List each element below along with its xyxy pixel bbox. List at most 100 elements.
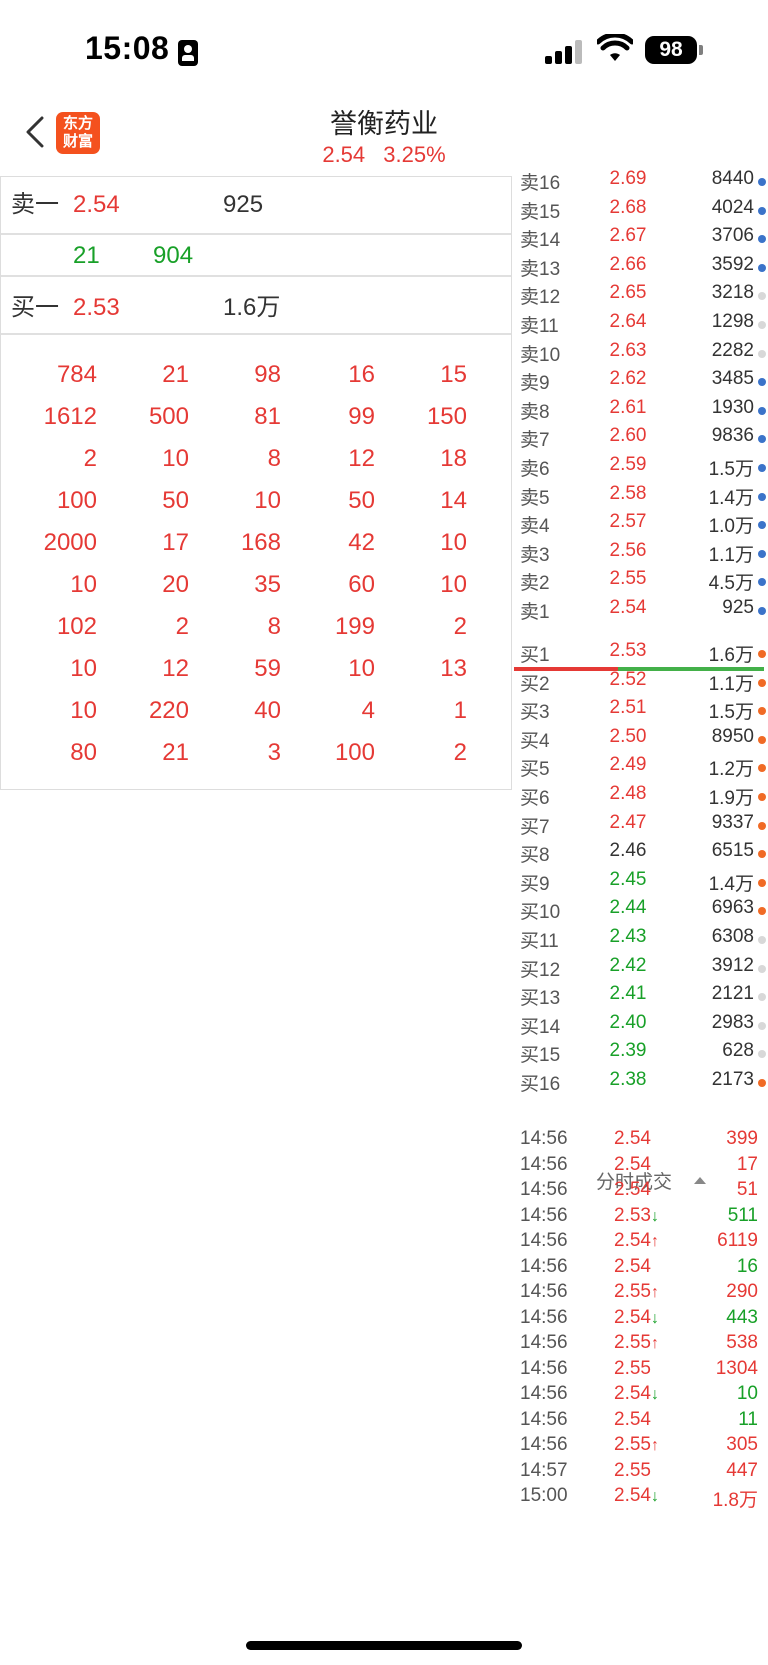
queue-cell: 81 bbox=[254, 403, 281, 430]
ask-row: 卖1 2.54 925 bbox=[512, 597, 768, 627]
ask-volume: 3592 bbox=[711, 253, 754, 275]
bid-price: 2.40 bbox=[609, 1011, 647, 1033]
bid-label: 买11 bbox=[520, 931, 559, 952]
status-dot-icon bbox=[758, 821, 766, 830]
queue-cell: 50 bbox=[348, 487, 375, 514]
queue-cell: 80 bbox=[70, 739, 97, 766]
current-price: 2.54 bbox=[322, 142, 366, 167]
ask-volume: 9836 bbox=[711, 425, 754, 447]
mid-row: 21 904 bbox=[1, 235, 511, 277]
status-dot-icon bbox=[758, 263, 766, 272]
bid-volume: 1.1万 bbox=[708, 673, 754, 695]
buy1-row: 买一 2.53 1.6万 bbox=[1, 277, 511, 335]
queue-cell: 784 bbox=[56, 361, 97, 388]
ask-price: 2.56 bbox=[609, 539, 647, 561]
ask-label: 卖4 bbox=[520, 516, 550, 538]
ask-volume: 3218 bbox=[711, 282, 754, 304]
tick-volume: 511 bbox=[727, 1204, 758, 1226]
bid-price: 2.42 bbox=[609, 954, 647, 976]
tick-price: 2.54↓ bbox=[614, 1383, 659, 1404]
sell1-price: 2.54 bbox=[73, 191, 120, 218]
status-time: 15:08 bbox=[85, 30, 170, 66]
bid-label: 买14 bbox=[520, 1016, 561, 1038]
tick-price: 2.55↑ bbox=[614, 1434, 659, 1455]
queue-cell: 21 bbox=[162, 361, 189, 388]
bid-price: 2.44 bbox=[609, 897, 647, 919]
status-dot-icon bbox=[758, 235, 766, 244]
bid-volume: 628 bbox=[722, 1040, 754, 1062]
ask-row: 卖8 2.61 1930 bbox=[512, 397, 768, 427]
queue-cell: 2 bbox=[83, 445, 97, 472]
sell1-volume: 925 bbox=[223, 191, 264, 218]
bid-label: 买9 bbox=[520, 873, 550, 895]
queue-cell: 17 bbox=[162, 529, 189, 556]
tick-volume: 16 bbox=[736, 1255, 758, 1277]
status-dot-icon bbox=[758, 464, 766, 472]
tick-volume: 11 bbox=[738, 1408, 758, 1430]
status-dot-icon bbox=[758, 1079, 766, 1087]
tick-price: 2.54 bbox=[614, 1153, 651, 1175]
queue-cell: 100 bbox=[334, 739, 375, 766]
ask-row: 卖14 2.67 3706 bbox=[512, 225, 768, 255]
queue-cell: 1 bbox=[453, 697, 467, 724]
ask-label: 卖6 bbox=[520, 459, 550, 480]
queue-cell: 10 bbox=[70, 571, 97, 598]
ask-label: 卖11 bbox=[520, 316, 559, 337]
contact-badge-icon bbox=[178, 40, 198, 66]
queue-cell: 10 bbox=[70, 655, 97, 682]
ask-volume: 4024 bbox=[711, 196, 754, 218]
bid-row: 买12 2.42 3912 bbox=[512, 955, 768, 985]
tick-row: 14:56 2.54↓ 10 bbox=[512, 1383, 768, 1410]
stock-quote: 2.54 3.25% bbox=[0, 142, 768, 168]
ask-row: 卖4 2.57 1.0万 bbox=[512, 511, 768, 541]
ask-label: 卖1 bbox=[520, 602, 550, 623]
status-dot-icon bbox=[758, 735, 766, 744]
queue-cell: 2 bbox=[175, 613, 189, 640]
queue-cell: 10 bbox=[440, 571, 467, 598]
ask-label: 卖5 bbox=[520, 487, 550, 509]
status-dot-icon bbox=[758, 764, 766, 773]
ask-volume: 1298 bbox=[711, 311, 754, 332]
ask-price: 2.65 bbox=[609, 282, 647, 304]
ask-label: 卖10 bbox=[520, 344, 561, 366]
status-dot-icon bbox=[758, 878, 766, 887]
buy1-price: 2.53 bbox=[73, 294, 120, 321]
tick-volume: 1304 bbox=[715, 1357, 758, 1379]
bid-row: 买9 2.45 1.4万 bbox=[512, 869, 768, 899]
bid-ask-divider bbox=[514, 667, 764, 671]
ask-price: 2.60 bbox=[609, 425, 647, 447]
tick-arrow-icon: ↓ bbox=[650, 1488, 659, 1505]
bid-price: 2.52 bbox=[609, 668, 647, 690]
sell1-row: 卖一 2.54 925 bbox=[1, 177, 511, 235]
queue-cell: 168 bbox=[240, 529, 281, 556]
bid-price: 2.49 bbox=[609, 754, 647, 776]
status-dot-icon bbox=[758, 321, 766, 329]
queue-cell: 8 bbox=[267, 445, 281, 472]
queue-cell: 1612 bbox=[43, 403, 97, 430]
ask-label: 卖3 bbox=[520, 544, 550, 566]
queue-cell: 40 bbox=[254, 697, 281, 724]
queue-cell: 100 bbox=[56, 487, 97, 514]
tick-price: 2.54↓ bbox=[614, 1485, 659, 1506]
bid-volume: 6963 bbox=[711, 897, 754, 919]
bid-row: 买1 2.53 1.6万 bbox=[512, 640, 768, 670]
ask-price: 2.67 bbox=[609, 225, 647, 247]
queue-cell: 2000 bbox=[43, 529, 97, 556]
tick-row: 14:56 2.53↓ 511 bbox=[512, 1205, 768, 1232]
queue-cell: 35 bbox=[254, 571, 281, 598]
bid-volume: 1.5万 bbox=[708, 702, 754, 724]
ask-row: 卖9 2.62 3485 bbox=[512, 368, 768, 398]
status-dot-icon bbox=[758, 850, 766, 859]
tick-time: 14:56 bbox=[520, 1281, 568, 1302]
bid-price: 2.45 bbox=[609, 868, 647, 890]
bid-row: 买10 2.44 6963 bbox=[512, 897, 768, 927]
home-indicator[interactable] bbox=[246, 1641, 522, 1650]
tick-price: 2.55↑ bbox=[614, 1281, 659, 1302]
status-dot-icon bbox=[758, 707, 766, 716]
tick-row: 14:56 2.55↑ 290 bbox=[512, 1281, 768, 1308]
ask-price: 2.66 bbox=[609, 253, 647, 275]
ask-price: 2.68 bbox=[609, 196, 647, 218]
ask-price: 2.62 bbox=[609, 368, 647, 390]
status-dot-icon bbox=[758, 964, 766, 973]
ask-price: 2.58 bbox=[609, 482, 647, 504]
